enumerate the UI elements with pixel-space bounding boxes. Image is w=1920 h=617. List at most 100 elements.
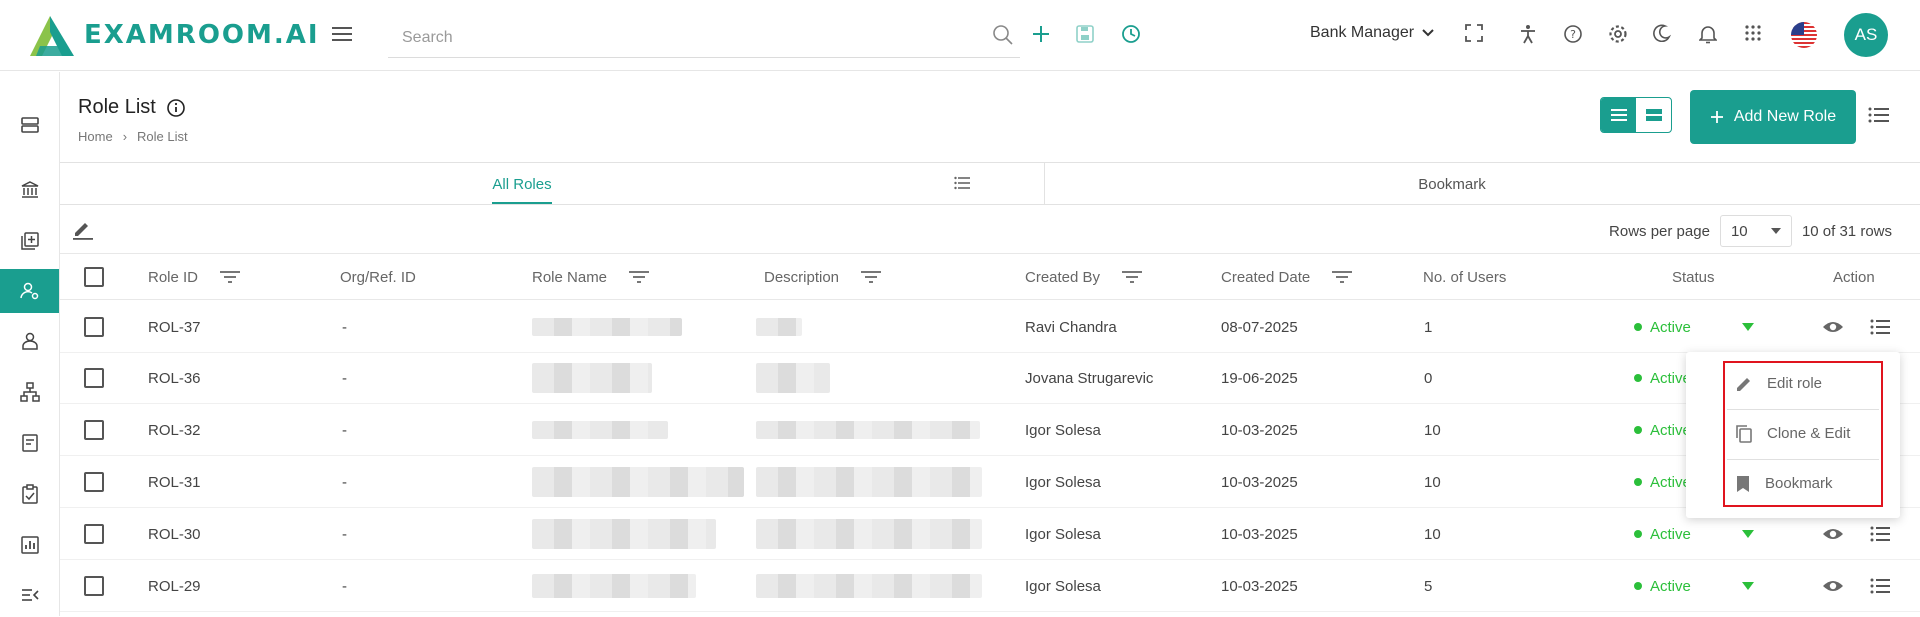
- col-org-ref-id[interactable]: Org/Ref. ID: [340, 254, 416, 300]
- row-actions-menu-icon[interactable]: [1870, 301, 1890, 353]
- page-title: Role List: [78, 96, 188, 119]
- filter-icon[interactable]: [629, 270, 650, 284]
- sidebar-item-bank[interactable]: [0, 168, 59, 212]
- sidebar-item-servers[interactable]: [0, 103, 59, 147]
- status-cell[interactable]: Active: [1634, 352, 1691, 404]
- search-icon[interactable]: [992, 24, 1014, 51]
- breadcrumb-home[interactable]: Home: [78, 129, 113, 144]
- sidebar-item-analytics[interactable]: [0, 523, 59, 567]
- col-created-date[interactable]: Created Date: [1221, 254, 1353, 300]
- menu-toggle-icon[interactable]: [332, 24, 354, 49]
- status-cell[interactable]: Active: [1634, 456, 1691, 508]
- row-checkbox[interactable]: [84, 301, 104, 353]
- status-cell[interactable]: Active: [1634, 560, 1691, 612]
- library-add-icon: [20, 232, 39, 250]
- role-id-cell[interactable]: ROL-29: [148, 560, 201, 612]
- view-eye-icon[interactable]: [1822, 301, 1844, 353]
- accessibility-icon[interactable]: [1519, 24, 1537, 49]
- row-checkbox[interactable]: [84, 352, 104, 404]
- row-checkbox[interactable]: [84, 508, 104, 560]
- created-date-cell: 10-03-2025: [1221, 421, 1298, 439]
- row-actions-menu-icon[interactable]: [1870, 560, 1890, 612]
- save-icon[interactable]: [1075, 24, 1095, 49]
- rows-per-page-label: Rows per page: [1609, 222, 1710, 240]
- role-id-cell[interactable]: ROL-32: [148, 404, 201, 456]
- add-icon[interactable]: [1031, 24, 1051, 49]
- created-by-cell: Ravi Chandra: [1025, 318, 1117, 336]
- caret-down-icon: [1770, 228, 1781, 234]
- created-date-cell: 10-03-2025: [1221, 577, 1298, 595]
- col-created-by[interactable]: Created By: [1025, 254, 1143, 300]
- status-label: Active: [1650, 421, 1691, 439]
- list-view-button[interactable]: [1601, 98, 1636, 132]
- role-name-cell-redacted: [532, 508, 716, 560]
- role-tabs: All Roles Bookmark: [60, 162, 1920, 205]
- card-view-button[interactable]: [1636, 98, 1671, 132]
- rows-per-page-select[interactable]: 10: [1719, 215, 1792, 247]
- user-icon: [21, 332, 38, 350]
- sidebar-item-reports[interactable]: [0, 421, 59, 465]
- brand-logo[interactable]: EXAMROOM.AI: [26, 12, 320, 58]
- view-eye-icon[interactable]: [1822, 560, 1844, 612]
- status-cell[interactable]: Active: [1634, 508, 1691, 560]
- status-dropdown-icon[interactable]: [1742, 560, 1754, 612]
- role-id-cell[interactable]: ROL-30: [148, 508, 201, 560]
- row-checkbox[interactable]: [84, 456, 104, 508]
- tab-all-roles[interactable]: All Roles: [60, 163, 984, 205]
- col-role-id[interactable]: Role ID: [148, 254, 241, 300]
- table-row: ROL-29 - Igor Solesa 10-03-2025 5 Active: [60, 560, 1920, 612]
- bulk-edit-icon[interactable]: [72, 218, 94, 245]
- tab-list-icon[interactable]: [954, 176, 970, 195]
- status-cell[interactable]: Active: [1634, 301, 1691, 353]
- fullscreen-icon[interactable]: [1465, 24, 1483, 47]
- col-no-of-users[interactable]: No. of Users: [1423, 254, 1506, 300]
- us-flag-icon[interactable]: [1791, 22, 1817, 48]
- help-icon[interactable]: ?: [1563, 24, 1583, 49]
- filter-icon[interactable]: [220, 270, 241, 284]
- sidebar-item-add-library[interactable]: [0, 219, 59, 263]
- avatar[interactable]: AS: [1844, 13, 1888, 57]
- status-label: Active: [1650, 369, 1691, 387]
- role-selector[interactable]: Bank Manager: [1310, 24, 1434, 42]
- search-input[interactable]: Search: [388, 18, 1020, 58]
- org-ref-cell: -: [342, 421, 347, 439]
- sidebar-collapse-icon[interactable]: [0, 573, 59, 617]
- role-id-cell[interactable]: ROL-37: [148, 301, 201, 353]
- row-checkbox[interactable]: [84, 404, 104, 456]
- col-description[interactable]: Description: [764, 254, 882, 300]
- role-id-cell[interactable]: ROL-31: [148, 456, 201, 508]
- col-role-name[interactable]: Role Name: [532, 254, 650, 300]
- column-settings-icon[interactable]: [1868, 106, 1890, 129]
- role-name-cell-redacted: [532, 352, 652, 404]
- sidebar-item-tasks[interactable]: [0, 472, 59, 516]
- filter-icon[interactable]: [1332, 270, 1353, 284]
- list-view-icon: [1610, 109, 1627, 121]
- bell-icon[interactable]: [1698, 24, 1718, 49]
- status-label: Active: [1650, 473, 1691, 491]
- add-new-role-button[interactable]: Add New Role: [1690, 90, 1856, 144]
- filter-icon[interactable]: [861, 270, 882, 284]
- col-no-of-users-label: No. of Users: [1423, 268, 1507, 286]
- row-checkbox[interactable]: [84, 560, 104, 612]
- description-cell-redacted: [756, 508, 982, 560]
- table-header: Role ID Org/Ref. ID Role Name Descriptio…: [60, 254, 1920, 300]
- apps-grid-icon[interactable]: [1744, 24, 1762, 47]
- tab-bookmark[interactable]: Bookmark: [984, 163, 1920, 205]
- table-row: ROL-31 - Igor Solesa 10-03-2025 10 Activ…: [60, 456, 1920, 508]
- status-dropdown-icon[interactable]: [1742, 301, 1754, 353]
- gear-icon[interactable]: [1608, 24, 1628, 49]
- status-cell[interactable]: Active: [1634, 404, 1691, 456]
- sidebar-item-hierarchy[interactable]: [0, 370, 59, 414]
- dark-mode-icon[interactable]: [1653, 24, 1672, 47]
- sidebar-item-users[interactable]: [0, 319, 59, 363]
- history-icon[interactable]: [1121, 24, 1141, 49]
- col-status[interactable]: Status: [1672, 254, 1715, 300]
- filter-icon[interactable]: [1122, 270, 1143, 284]
- sidebar-item-user-roles[interactable]: [0, 269, 59, 313]
- role-id-cell[interactable]: ROL-36: [148, 352, 201, 404]
- description-cell-redacted: [756, 404, 980, 456]
- bank-icon: [21, 181, 38, 198]
- select-all-checkbox[interactable]: [84, 254, 104, 300]
- description-cell-redacted: [756, 301, 802, 353]
- info-icon[interactable]: [166, 98, 186, 118]
